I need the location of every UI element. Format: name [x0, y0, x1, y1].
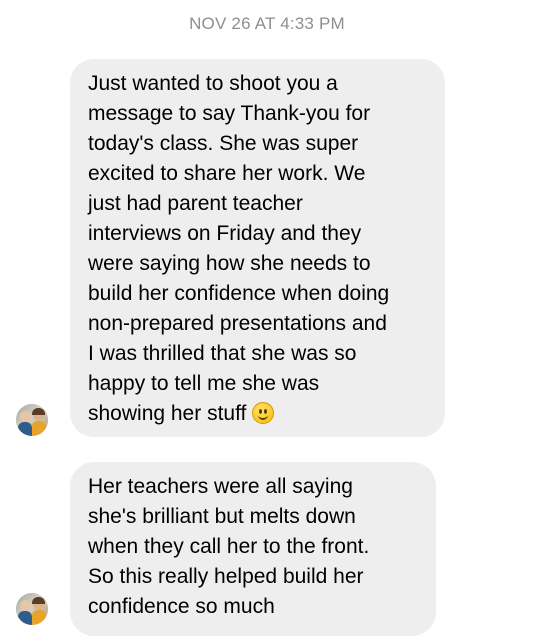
sender-avatar[interactable]	[16, 404, 48, 436]
message-line: Just wanted to shoot you a	[88, 72, 338, 95]
message-line: I was thrilled that she was so	[88, 342, 357, 365]
message-line: Her teachers were all saying	[88, 475, 353, 498]
message-line: confidence so much	[88, 595, 275, 618]
message-line: just had parent teacher	[88, 192, 303, 215]
message-line: message to say Thank-you for	[88, 102, 371, 125]
conversation-timestamp: NOV 26 AT 4:33 PM	[189, 14, 345, 33]
message-line-last: showing her stuff	[88, 399, 431, 429]
message-line: were saying how she needs to	[88, 252, 371, 275]
slightly-smiling-face-icon	[252, 402, 275, 424]
message-line: non-prepared presentations and	[88, 312, 387, 335]
message-line: happy to tell me she was	[88, 372, 320, 395]
message-bubble[interactable]: Just wanted to shoot you a message to sa…	[70, 59, 445, 437]
message-bubble[interactable]: Her teachers were all saying she's brill…	[70, 462, 436, 636]
message-line: So this really helped build her	[88, 565, 364, 588]
sender-avatar[interactable]	[16, 593, 48, 625]
message-line: interviews on Friday and they	[88, 222, 362, 245]
message-line: today's class. She was super	[88, 132, 359, 155]
message-line: excited to share her work. We	[88, 162, 366, 185]
message-line: she's brilliant but melts down	[88, 505, 356, 528]
message-line: when they call her to the front.	[88, 535, 370, 558]
message-line: build her confidence when doing	[88, 282, 390, 305]
message-line-text: showing her stuff	[88, 402, 247, 425]
